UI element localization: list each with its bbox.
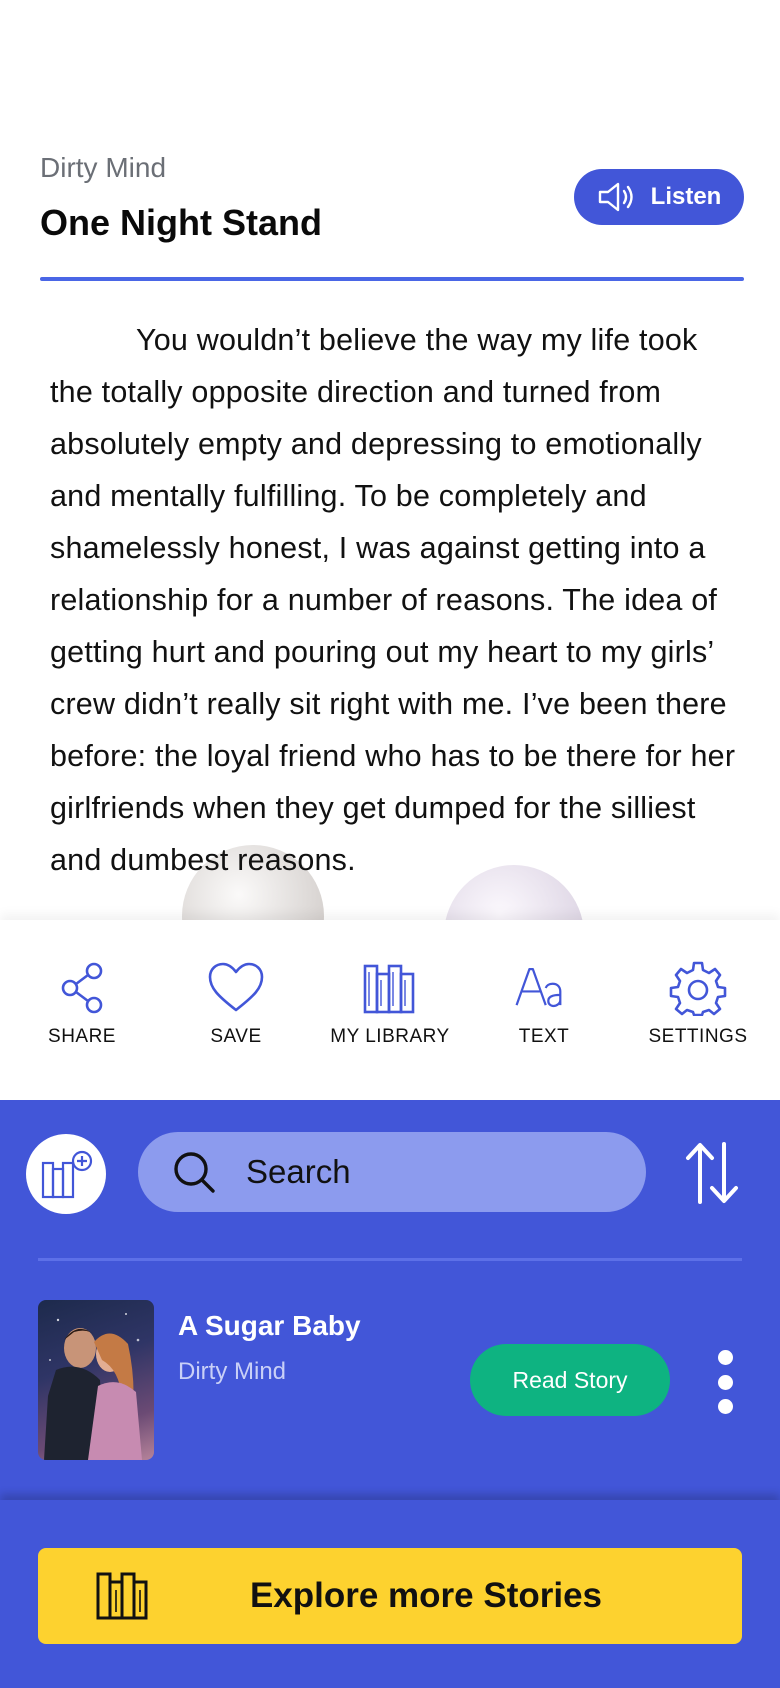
share-icon <box>61 962 103 1014</box>
save-label: SAVE <box>210 1026 262 1047</box>
story-title: One Night Stand <box>40 202 322 243</box>
settings-button[interactable]: SETTINGS <box>623 960 773 1048</box>
add-to-library-button[interactable] <box>26 1134 106 1214</box>
my-library-button[interactable]: MY LIBRARY <box>315 960 465 1048</box>
search-bar[interactable] <box>138 1132 646 1212</box>
listen-label: Listen <box>650 183 722 210</box>
heart-icon <box>208 962 264 1012</box>
action-bar: SHARE SAVE MY LIBRARY TEXT SETTINGS <box>0 920 780 1100</box>
search-input[interactable] <box>246 1153 586 1191</box>
settings-label: SETTINGS <box>648 1026 748 1047</box>
share-button[interactable]: SHARE <box>7 960 157 1048</box>
explore-stories-button[interactable]: Explore more Stories <box>38 1548 742 1644</box>
footer-bar: Explore more Stories <box>0 1500 780 1688</box>
gear-icon <box>669 961 727 1016</box>
panel-divider <box>38 1258 742 1261</box>
explore-label: Explore more Stories <box>249 1576 603 1615</box>
story-reader: Dirty Mind One Night Stand Listen You wo… <box>0 0 780 920</box>
save-button[interactable]: SAVE <box>161 960 311 1048</box>
library-icon <box>363 964 415 1014</box>
text-size-icon <box>515 968 562 1008</box>
story-row-category: Dirty Mind <box>178 1358 287 1385</box>
story-text: You wouldn’t believe the way my life too… <box>50 323 736 877</box>
my-library-label: MY LIBRARY <box>330 1026 450 1047</box>
share-label: SHARE <box>48 1026 116 1047</box>
read-story-button[interactable]: Read Story <box>470 1344 670 1416</box>
title-divider <box>40 277 744 281</box>
text-label: TEXT <box>518 1026 570 1047</box>
story-category: Dirty Mind <box>40 152 167 183</box>
library-add-icon <box>41 1150 93 1199</box>
library-panel: A Sugar Baby Dirty Mind Read Story <box>0 1100 780 1500</box>
story-cover-image[interactable] <box>38 1300 154 1460</box>
more-options-icon[interactable] <box>712 1350 738 1414</box>
text-button[interactable]: TEXT <box>469 960 619 1048</box>
listen-button[interactable]: Listen <box>574 169 744 225</box>
search-icon <box>174 1152 215 1193</box>
speaker-icon <box>598 182 633 212</box>
story-row-title: A Sugar Baby <box>178 1310 361 1341</box>
sort-icon[interactable] <box>682 1140 742 1206</box>
list-item: A Sugar Baby Dirty Mind Read Story <box>0 1300 780 1460</box>
